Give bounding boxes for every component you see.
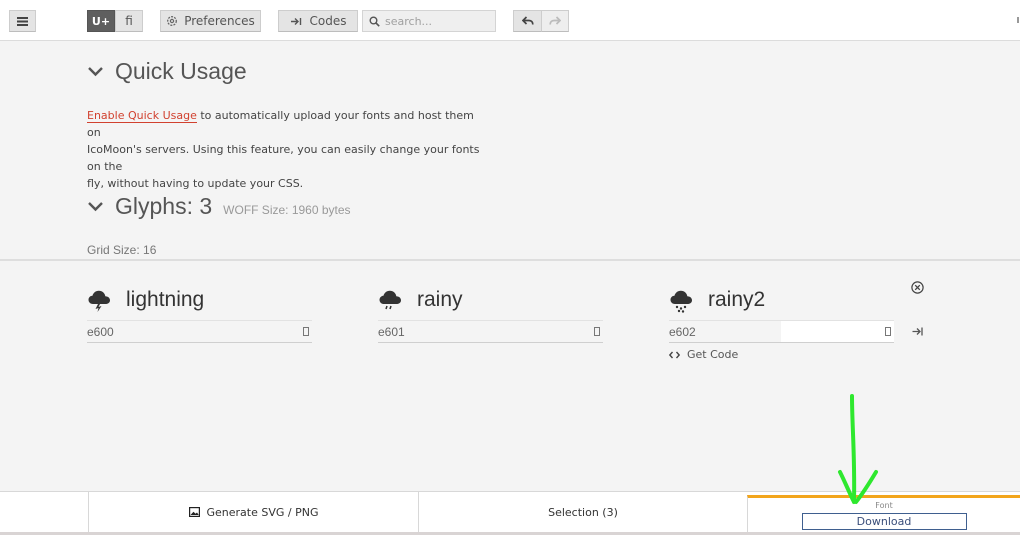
glyph-code-field — [669, 320, 894, 343]
quick-usage-description: Enable Quick Usage to automatically uplo… — [87, 107, 487, 192]
enable-quick-usage-link[interactable]: Enable Quick Usage — [87, 109, 197, 123]
menu-button[interactable] — [9, 10, 36, 32]
generate-label: Generate SVG / PNG — [206, 505, 319, 519]
glyph-code-input[interactable] — [87, 324, 197, 339]
annotation-arrow-icon — [838, 394, 878, 504]
glyph-code-input[interactable] — [669, 324, 779, 339]
glyph-code-field — [87, 320, 312, 343]
codes-label: Codes — [309, 14, 347, 28]
selection-button[interactable]: Selection (3) — [418, 492, 747, 532]
quick-usage-title: Quick Usage — [115, 58, 247, 84]
font-tab[interactable]: Font Download — [747, 495, 1020, 532]
rainy-cloud-icon[interactable] — [378, 287, 404, 313]
preferences-label: Preferences — [184, 14, 255, 28]
grid-size-label: Grid Size: 16 — [87, 243, 157, 257]
quick-usage-text-line2: IcoMoon's servers. Using this feature, y… — [87, 143, 480, 173]
tab-arrow-icon[interactable] — [912, 327, 923, 336]
chevron-down-icon — [88, 67, 103, 77]
glyph-card-lightning: lightning — [87, 284, 312, 343]
glyph-name: rainy2 — [708, 288, 766, 311]
search-box — [362, 10, 496, 32]
undo-icon — [521, 16, 534, 25]
get-code-label: Get Code — [687, 348, 739, 361]
redo-icon — [549, 16, 561, 25]
get-code-button[interactable]: Get Code — [669, 348, 738, 361]
selection-label: Selection (3) — [548, 505, 618, 519]
preferences-button[interactable]: Preferences — [160, 10, 261, 32]
codes-button[interactable]: Codes — [278, 10, 358, 32]
glyph-code-input[interactable] — [378, 324, 488, 339]
code-brackets-icon — [669, 351, 680, 358]
grid-divider — [0, 259, 1020, 261]
redo-button[interactable] — [541, 10, 569, 32]
search-input[interactable] — [385, 14, 485, 28]
code-type-toggle: U+ ﬁ — [87, 10, 143, 32]
quick-usage-text-line3: fly, without having to update your CSS. — [87, 177, 304, 190]
lightning-cloud-icon[interactable] — [87, 287, 113, 313]
rainy2-cloud-icon[interactable] — [669, 287, 695, 313]
toolbar-overflow-handle[interactable] — [1017, 17, 1019, 23]
glyph-char-preview — [303, 327, 309, 336]
tab-arrow-icon — [290, 17, 301, 25]
glyph-char-preview — [885, 327, 891, 336]
glyph-char-preview — [594, 327, 600, 336]
close-circle-icon[interactable] — [911, 281, 924, 294]
chevron-down-icon — [88, 202, 103, 212]
undo-button[interactable] — [513, 10, 542, 32]
glyph-card-rainy2: rainy2 — [669, 284, 894, 343]
top-toolbar: U+ ﬁ Preferences Codes — [0, 0, 1020, 41]
ligature-toggle-button[interactable]: ﬁ — [115, 10, 143, 32]
quick-usage-header[interactable]: Quick Usage — [87, 58, 247, 85]
glyphs-header[interactable]: Glyphs: 3 WOFF Size: 1960 bytes — [87, 193, 351, 220]
glyph-name: rainy — [417, 288, 463, 311]
glyph-card-rainy: rainy — [378, 284, 603, 343]
woff-size: WOFF Size: 1960 bytes — [223, 202, 351, 217]
image-icon — [188, 507, 200, 517]
gear-icon — [167, 16, 178, 26]
download-button[interactable]: Download — [801, 512, 967, 530]
bottom-bar-spacer — [0, 492, 88, 535]
glyphs-title: Glyphs: 3 — [115, 193, 213, 219]
search-icon — [369, 16, 380, 27]
glyph-char-field[interactable] — [781, 321, 894, 342]
unicode-toggle-button[interactable]: U+ — [87, 10, 115, 32]
glyph-code-field — [378, 320, 603, 343]
glyph-name: lightning — [126, 288, 205, 311]
hamburger-icon — [17, 16, 28, 26]
generate-svg-png-button[interactable]: Generate SVG / PNG — [88, 492, 418, 532]
